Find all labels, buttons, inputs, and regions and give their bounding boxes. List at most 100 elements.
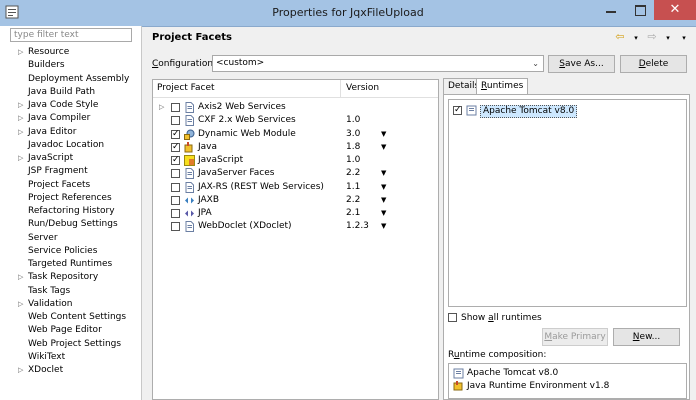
column-divider[interactable] (340, 80, 341, 97)
tree-item[interactable]: Task Tags (0, 285, 141, 298)
tree-item[interactable]: ▷ Java Compiler (0, 112, 141, 125)
expand-arrow-icon[interactable]: ▷ (18, 152, 23, 165)
expand-arrow-icon[interactable]: ▷ (18, 99, 23, 112)
facet-row[interactable]: JAXB 2.2 ▼ (153, 194, 438, 207)
tree-item[interactable]: Refactoring History (0, 205, 141, 218)
filter-input[interactable]: type filter text (10, 28, 132, 42)
facet-checkbox[interactable]: ✓ (171, 156, 180, 165)
tree-item[interactable]: JSP Fragment (0, 165, 141, 178)
minimize-button[interactable] (596, 0, 626, 20)
tree-item[interactable]: ▷ Task Repository (0, 271, 141, 284)
show-all-checkbox[interactable] (448, 313, 457, 322)
configuration-select[interactable]: <custom> ⌄ (212, 55, 544, 72)
tree-item[interactable]: ▷ Java Editor (0, 126, 141, 139)
tree-item[interactable]: Project Facets (0, 179, 141, 192)
tree-item-label: Web Project Settings (28, 338, 122, 349)
facet-row[interactable]: ✓ JavaScript 1.0 (153, 154, 438, 167)
tree-item-label: Javadoc Location (28, 139, 105, 150)
tree-item[interactable]: Server (0, 232, 141, 245)
tree-item[interactable]: Builders (0, 59, 141, 72)
expand-arrow-icon[interactable]: ▷ (18, 112, 23, 125)
tree-item-label: Refactoring History (28, 206, 115, 216)
tree-item[interactable]: ▷ XDoclet (0, 364, 141, 377)
facet-row[interactable]: JAX-RS (REST Web Services) 1.1 ▼ (153, 181, 438, 194)
version-dropdown-icon[interactable]: ▼ (381, 141, 386, 154)
tree-item[interactable]: Web Content Settings (0, 311, 141, 324)
runtime-checkbox[interactable]: ✓ (453, 106, 462, 115)
tree-item-label: Builders (28, 60, 65, 71)
tree-item[interactable]: ▷ Resource (0, 46, 141, 59)
version-dropdown-icon[interactable]: ▼ (381, 128, 386, 141)
expand-arrow-icon[interactable]: ▷ (18, 46, 23, 59)
tree-item[interactable]: Web Page Editor (0, 324, 141, 337)
tree-item[interactable]: Run/Debug Settings (0, 218, 141, 231)
tree-item[interactable]: ▷ Java Code Style (0, 99, 141, 112)
facet-version[interactable]: 1.1 (346, 181, 360, 194)
back-dropdown-icon[interactable]: ▾ (628, 34, 644, 42)
facet-row[interactable]: JPA 2.1 ▼ (153, 207, 438, 220)
close-icon: ✕ (669, 2, 681, 17)
maximize-button[interactable] (626, 0, 654, 20)
back-arrow-icon[interactable]: ⇦ (612, 30, 628, 43)
facet-version[interactable]: 2.1 (346, 207, 360, 220)
tomcat-icon (453, 368, 464, 379)
tree-item[interactable]: Targeted Runtimes (0, 258, 141, 271)
runtime-composition-label: Runtime composition: (448, 350, 547, 360)
facet-version[interactable]: 1.8 (346, 141, 360, 154)
facet-row[interactable]: ▷ Axis2 Web Services (153, 101, 438, 114)
facet-checkbox[interactable] (171, 209, 180, 218)
version-dropdown-icon[interactable]: ▼ (381, 220, 386, 233)
facet-row[interactable]: ✓ Dynamic Web Module 3.0 ▼ (153, 128, 438, 141)
column-header-facet[interactable]: Project Facet (157, 83, 215, 93)
facet-checkbox[interactable]: ✓ (171, 129, 180, 139)
facet-row[interactable]: ✓ Java 1.8 ▼ (153, 141, 438, 154)
expand-arrow-icon[interactable]: ▷ (18, 364, 23, 377)
close-button[interactable]: ✕ (654, 0, 696, 20)
facet-version[interactable]: 3.0 (346, 128, 360, 141)
tree-item[interactable]: Web Project Settings (0, 338, 141, 351)
expand-arrow-icon[interactable]: ▷ (18, 126, 23, 139)
tree-item[interactable]: Project References (0, 192, 141, 205)
tree-item[interactable]: Javadoc Location (0, 139, 141, 152)
composition-label: Apache Tomcat v8.0 (467, 368, 559, 378)
tab-runtimes[interactable]: Runtimes (476, 78, 529, 95)
tree-item[interactable]: Deployment Assembly (0, 73, 141, 86)
facet-checkbox[interactable] (171, 182, 180, 192)
save-as-button[interactable]: Save As... (548, 55, 615, 73)
facet-checkbox[interactable] (171, 116, 180, 126)
facet-checkbox[interactable]: ✓ (171, 142, 180, 152)
view-menu-icon[interactable]: ▾ (676, 34, 692, 42)
expand-arrow-icon[interactable]: ▷ (159, 101, 164, 114)
facet-checkbox[interactable] (171, 169, 180, 179)
facet-row[interactable]: CXF 2.x Web Services 1.0 (153, 114, 438, 127)
facet-checkbox[interactable] (171, 195, 180, 205)
tree-item[interactable]: Java Build Path (0, 86, 141, 99)
make-primary-button[interactable]: Make Primary (542, 328, 608, 346)
new-runtime-button[interactable]: New... (613, 328, 680, 346)
facet-row[interactable]: WebDoclet (XDoclet) 1.2.3 ▼ (153, 220, 438, 233)
facet-row[interactable]: JavaServer Faces 2.2 ▼ (153, 167, 438, 180)
column-header-version[interactable]: Version (346, 83, 379, 93)
delete-button[interactable]: Delete (620, 55, 687, 73)
facet-checkbox[interactable] (171, 222, 180, 232)
version-dropdown-icon[interactable]: ▼ (381, 181, 386, 194)
forward-arrow-icon[interactable]: ⇨ (644, 30, 660, 43)
facet-version[interactable]: 1.0 (346, 154, 360, 167)
tree-item[interactable]: ▷ JavaScript (0, 152, 141, 165)
facet-version[interactable]: 2.2 (346, 194, 360, 207)
version-dropdown-icon[interactable]: ▼ (381, 194, 386, 207)
facet-version[interactable]: 1.0 (346, 114, 360, 127)
tree-item[interactable]: ▷ Validation (0, 298, 141, 311)
facet-version[interactable]: 2.2 (346, 167, 360, 180)
facet-name: JavaServer Faces (198, 168, 275, 179)
facet-checkbox[interactable] (171, 103, 180, 112)
forward-dropdown-icon[interactable]: ▾ (660, 34, 676, 42)
expand-arrow-icon[interactable]: ▷ (18, 271, 23, 284)
version-dropdown-icon[interactable]: ▼ (381, 207, 386, 220)
expand-arrow-icon[interactable]: ▷ (18, 298, 23, 311)
runtime-item-tomcat[interactable]: ✓ Apache Tomcat v8.0 (453, 104, 653, 118)
tree-item[interactable]: WikiText (0, 351, 141, 364)
facet-version[interactable]: 1.2.3 (346, 220, 369, 233)
tree-item[interactable]: Service Policies (0, 245, 141, 258)
version-dropdown-icon[interactable]: ▼ (381, 167, 386, 180)
